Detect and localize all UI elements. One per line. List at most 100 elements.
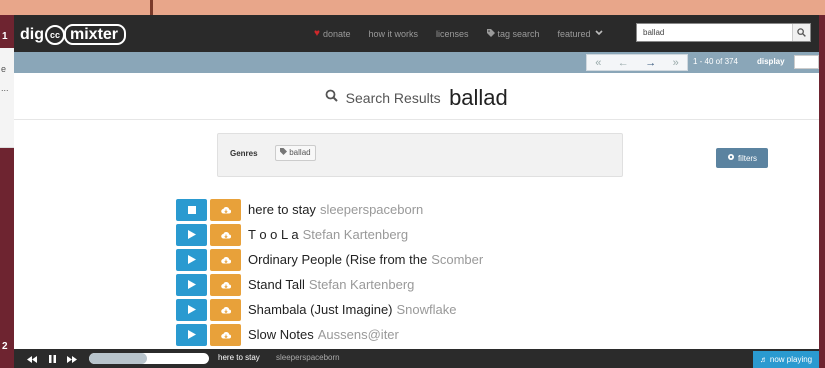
music-note-icon: ♬: [759, 355, 768, 364]
play-button[interactable]: [176, 273, 207, 296]
download-button[interactable]: [210, 323, 241, 346]
playback-progress-bar[interactable]: [89, 353, 209, 364]
now-playing-artist[interactable]: sleeperspaceborn: [276, 353, 340, 362]
track-artist[interactable]: Snowflake: [397, 302, 457, 317]
play-button[interactable]: [176, 298, 207, 321]
background-text-fragment: e: [1, 64, 7, 74]
now-playing-button[interactable]: ♬ now playing: [753, 351, 819, 368]
tag-icon: [486, 28, 495, 39]
play-button[interactable]: [176, 323, 207, 346]
genre-tag[interactable]: ballad: [275, 145, 316, 161]
background-text-fragment: ...: [1, 83, 9, 93]
page-title: Search Results ballad: [14, 85, 819, 111]
filters-button[interactable]: filters: [716, 148, 768, 168]
prev-page-button[interactable]: ←: [618, 57, 629, 69]
nav-link-featured[interactable]: featured: [558, 28, 603, 39]
cloud-download-icon: [220, 326, 231, 344]
pause-button[interactable]: [46, 353, 58, 364]
play-icon: [187, 301, 196, 319]
cloud-download-icon: [220, 276, 231, 294]
cloud-download-icon: [220, 201, 231, 219]
track-artist[interactable]: Aussens@iter: [318, 327, 399, 342]
next-page-button[interactable]: →: [645, 57, 656, 69]
play-icon: [187, 276, 196, 294]
track-row: Shambala (Just Imagine) Snowflake: [176, 297, 483, 322]
nav-link-label: donate: [322, 28, 351, 39]
next-track-button[interactable]: [66, 353, 78, 364]
tag-icon: [280, 148, 289, 157]
download-button[interactable]: [210, 248, 241, 271]
track-artist[interactable]: Scomber: [431, 252, 483, 267]
cloud-download-icon: [220, 226, 231, 244]
nav-link-how-it-works[interactable]: how it works: [368, 28, 418, 39]
track-row: Slow Notes Aussens@iter: [176, 322, 483, 347]
track-artist[interactable]: sleeperspaceborn: [320, 202, 423, 217]
display-label: display: [757, 57, 785, 66]
chevron-down-icon: [594, 29, 603, 38]
nav-link-tag-search[interactable]: tag search: [486, 28, 540, 39]
filters-label: filters: [737, 153, 758, 163]
now-playing-title[interactable]: here to stay: [218, 353, 260, 362]
pause-icon: [48, 350, 56, 368]
search-button[interactable]: [792, 24, 810, 41]
pagination-bar: « ← → » 1 - 40 of 374 display: [14, 52, 819, 73]
nav-links: ♥ donate how it works licenses tag searc…: [314, 28, 621, 39]
download-button[interactable]: [210, 198, 241, 221]
track-title[interactable]: Stand Tall: [248, 277, 305, 292]
play-icon: [187, 226, 196, 244]
track-title[interactable]: Slow Notes: [248, 327, 314, 342]
play-button[interactable]: [176, 223, 207, 246]
track-row: Ordinary People (Rise from the Scomber: [176, 247, 483, 272]
display-select[interactable]: [794, 55, 819, 69]
top-navbar: dig cc mixter ♥ donate how it works lice…: [14, 15, 819, 52]
nav-link-licenses[interactable]: licenses: [436, 28, 469, 39]
nav-link-label: how it works: [368, 28, 418, 39]
search-input[interactable]: [637, 24, 792, 41]
track-title[interactable]: T o o L a: [248, 227, 299, 242]
search-term: ballad: [449, 85, 508, 110]
logo-text-mixter: mixter: [64, 24, 127, 45]
play-button[interactable]: [176, 248, 207, 271]
browser-page: dig cc mixter ♥ donate how it works lice…: [14, 15, 819, 368]
track-row: here to stay sleeperspaceborn: [176, 197, 483, 222]
logo-text-dig: dig: [20, 25, 44, 43]
site-logo[interactable]: dig cc mixter: [20, 24, 127, 45]
first-page-button[interactable]: «: [595, 57, 601, 69]
cloud-download-icon: [220, 301, 231, 319]
download-button[interactable]: [210, 298, 241, 321]
download-button[interactable]: [210, 223, 241, 246]
download-button[interactable]: [210, 273, 241, 296]
search-icon: [797, 24, 806, 42]
fast-forward-icon: [67, 350, 77, 368]
cloud-download-icon: [220, 251, 231, 269]
gear-icon: [727, 153, 735, 163]
pager-controls: « ← → »: [586, 54, 688, 71]
search-box: [636, 23, 811, 42]
background-number-2: 2: [2, 341, 8, 352]
genres-panel: Genres ballad: [217, 133, 623, 177]
genres-label: Genres: [230, 149, 258, 158]
track-list: here to stay sleeperspaceborn T o o L a …: [176, 197, 483, 347]
play-icon: [187, 326, 196, 344]
background-left-card: [0, 48, 14, 148]
nav-link-label: licenses: [435, 28, 469, 39]
playback-progress-fill: [89, 353, 147, 364]
last-page-button[interactable]: »: [673, 57, 679, 69]
stop-button[interactable]: [176, 198, 207, 221]
search-icon: [325, 89, 338, 107]
nav-link-donate[interactable]: ♥ donate: [314, 28, 350, 39]
background-number-1: 1: [2, 31, 8, 42]
track-title[interactable]: here to stay: [248, 202, 316, 217]
results-label: Search Results: [345, 90, 441, 106]
result-range: 1 - 40 of 374: [693, 57, 738, 66]
track-artist[interactable]: Stefan Kartenberg: [309, 277, 415, 292]
background-divider: [150, 0, 153, 15]
previous-track-button[interactable]: [26, 353, 38, 364]
track-title[interactable]: Ordinary People (Rise from the: [248, 252, 427, 267]
nav-link-label: featured: [557, 28, 591, 39]
stop-icon: [187, 201, 196, 219]
track-artist[interactable]: Stefan Kartenberg: [303, 227, 409, 242]
track-title[interactable]: Shambala (Just Imagine): [248, 302, 393, 317]
track-row: Stand Tall Stefan Kartenberg: [176, 272, 483, 297]
background-window-strip: [0, 0, 825, 15]
